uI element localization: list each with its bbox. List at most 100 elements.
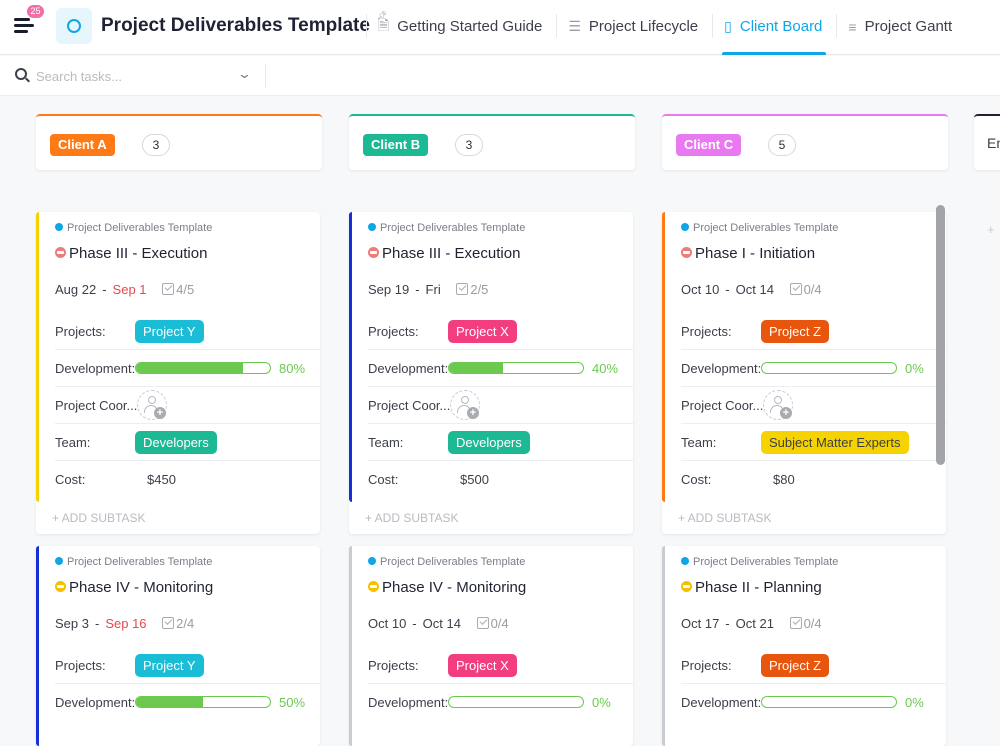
task-title-text: Phase III - Execution xyxy=(382,245,521,262)
task-dates[interactable]: Oct 17- Oct 21 0/4 xyxy=(681,616,822,631)
team-tag[interactable]: Developers xyxy=(448,431,530,454)
search-input[interactable] xyxy=(36,66,226,86)
progress-percent: 0% xyxy=(592,695,611,710)
column-name-pill[interactable]: Client A xyxy=(50,134,115,156)
field-projects: Projects: Project X xyxy=(368,313,633,350)
list-breadcrumb[interactable]: Project Deliverables Template xyxy=(55,222,212,234)
column-task-count: 5 xyxy=(768,134,796,156)
field-label: Projects: xyxy=(368,324,419,339)
field-label: Projects: xyxy=(55,658,106,673)
task-title[interactable]: Phase III - Execution xyxy=(368,245,520,262)
tab-project-gantt[interactable]: ≡ Project Gantt xyxy=(836,0,966,55)
project-tag[interactable]: Project Z xyxy=(761,320,830,343)
chevron-down-icon[interactable]: ⌄ xyxy=(237,66,252,82)
project-tag[interactable]: Project X xyxy=(448,654,517,677)
task-title[interactable]: Phase IV - Monitoring xyxy=(368,579,526,596)
status-icon[interactable] xyxy=(681,581,692,592)
project-tag[interactable]: Project Y xyxy=(135,654,204,677)
task-card[interactable]: Project Deliverables Template Phase I - … xyxy=(662,212,946,534)
field-label: Cost: xyxy=(368,472,399,487)
notification-badge[interactable]: 25 xyxy=(27,5,44,18)
cost-value[interactable]: $80 xyxy=(773,472,795,487)
column-name-pill[interactable]: Client C xyxy=(676,134,742,156)
field-development: Development: 50% xyxy=(55,684,320,721)
task-title[interactable]: Phase III - Execution xyxy=(55,245,207,262)
status-icon[interactable] xyxy=(681,247,692,258)
field-cost: Cost: $500 xyxy=(368,461,633,498)
add-assignee-button[interactable]: + xyxy=(137,390,167,420)
status-icon[interactable] xyxy=(55,247,66,258)
status-icon[interactable] xyxy=(55,581,66,592)
field-project-coordinator: Project Coor... + xyxy=(681,387,946,424)
column-name-pill[interactable]: Client B xyxy=(363,134,429,156)
date-separator: - xyxy=(412,616,417,631)
field-cost: Cost: $80 xyxy=(681,461,946,498)
menu-icon-bar xyxy=(14,30,28,33)
checklist-icon xyxy=(162,283,175,295)
task-title[interactable]: Phase I - Initiation xyxy=(681,245,815,262)
status-icon[interactable] xyxy=(368,247,379,258)
toolbar: ⌄ xyxy=(0,56,1000,96)
plus-icon: + xyxy=(780,407,792,419)
project-tag[interactable]: Project X xyxy=(448,320,517,343)
list-breadcrumb[interactable]: Project Deliverables Template xyxy=(681,556,838,568)
development-progress-bar[interactable] xyxy=(761,362,897,374)
add-subtask-button[interactable]: + ADD SUBTASK xyxy=(678,511,771,525)
tab-project-lifecycle[interactable]: ☰ Project Lifecycle xyxy=(556,0,712,55)
add-task-button[interactable]: + xyxy=(987,222,995,237)
checklist-count[interactable]: 4/5 xyxy=(162,282,194,297)
add-assignee-button[interactable]: + xyxy=(763,390,793,420)
task-dates[interactable]: Sep 19- Fri 2/5 xyxy=(368,282,488,297)
space-avatar[interactable] xyxy=(56,8,92,44)
development-progress-bar[interactable] xyxy=(135,696,271,708)
cost-value[interactable]: $450 xyxy=(147,472,176,487)
checklist-count[interactable]: 0/4 xyxy=(789,616,822,631)
project-tag[interactable]: Project Y xyxy=(135,320,204,343)
field-label: Cost: xyxy=(55,472,86,487)
task-card[interactable]: Project Deliverables Template Phase IV -… xyxy=(349,546,633,746)
checklist-count[interactable]: 2/5 xyxy=(456,282,488,297)
task-dates[interactable]: Oct 10- Oct 14 0/4 xyxy=(368,616,509,631)
task-title[interactable]: Phase II - Planning xyxy=(681,579,822,596)
checklist-count[interactable]: 2/4 xyxy=(162,616,194,631)
list-breadcrumb[interactable]: Project Deliverables Template xyxy=(368,556,525,568)
team-tag[interactable]: Developers xyxy=(135,431,217,454)
task-card[interactable]: Project Deliverables Template Phase IV -… xyxy=(36,546,320,746)
task-dates[interactable]: Aug 22- Sep 1 4/5 xyxy=(55,282,194,297)
tab-client-board[interactable]: ▯ Client Board xyxy=(712,0,836,55)
column-header[interactable]: Client C 5 xyxy=(662,114,948,170)
task-dates[interactable]: Sep 3- Sep 16 2/4 xyxy=(55,616,194,631)
list-breadcrumb[interactable]: Project Deliverables Template xyxy=(368,222,525,234)
list-breadcrumb[interactable]: Project Deliverables Template xyxy=(681,222,838,234)
development-progress-bar[interactable] xyxy=(448,696,584,708)
task-card[interactable]: Project Deliverables Template Phase II -… xyxy=(662,546,946,746)
development-progress-bar[interactable] xyxy=(761,696,897,708)
list-breadcrumb[interactable]: Project Deliverables Template xyxy=(55,556,212,568)
progress-fill xyxy=(136,363,244,373)
checklist-count[interactable]: 0/4 xyxy=(789,282,822,297)
development-progress-bar[interactable] xyxy=(448,362,584,374)
add-assignee-button[interactable]: + xyxy=(450,390,480,420)
vertical-scrollbar[interactable] xyxy=(936,205,945,465)
plus-icon: + xyxy=(154,407,166,419)
column-header-partial[interactable]: En xyxy=(974,114,1000,170)
user-icon xyxy=(774,396,782,404)
team-tag[interactable]: Subject Matter Experts xyxy=(761,431,909,454)
task-card[interactable]: Project Deliverables Template Phase III … xyxy=(36,212,320,534)
start-date: Oct 17 xyxy=(681,616,720,631)
column-header[interactable]: Client A 3 xyxy=(36,114,322,170)
checklist-count[interactable]: 0/4 xyxy=(476,616,509,631)
status-icon[interactable] xyxy=(368,581,379,592)
tab-getting-started-guide[interactable]: 📌︎ 🗎 Getting Started Guide xyxy=(366,0,556,55)
menu-icon xyxy=(14,18,30,21)
development-progress-bar[interactable] xyxy=(135,362,271,374)
add-subtask-button[interactable]: + ADD SUBTASK xyxy=(365,511,458,525)
column-header[interactable]: Client B 3 xyxy=(349,114,635,170)
field-label: Development: xyxy=(368,361,449,376)
task-title[interactable]: Phase IV - Monitoring xyxy=(55,579,213,596)
add-subtask-button[interactable]: + ADD SUBTASK xyxy=(52,511,145,525)
project-tag[interactable]: Project Z xyxy=(761,654,830,677)
task-card[interactable]: Project Deliverables Template Phase III … xyxy=(349,212,633,534)
cost-value[interactable]: $500 xyxy=(460,472,489,487)
task-dates[interactable]: Oct 10- Oct 14 0/4 xyxy=(681,282,822,297)
